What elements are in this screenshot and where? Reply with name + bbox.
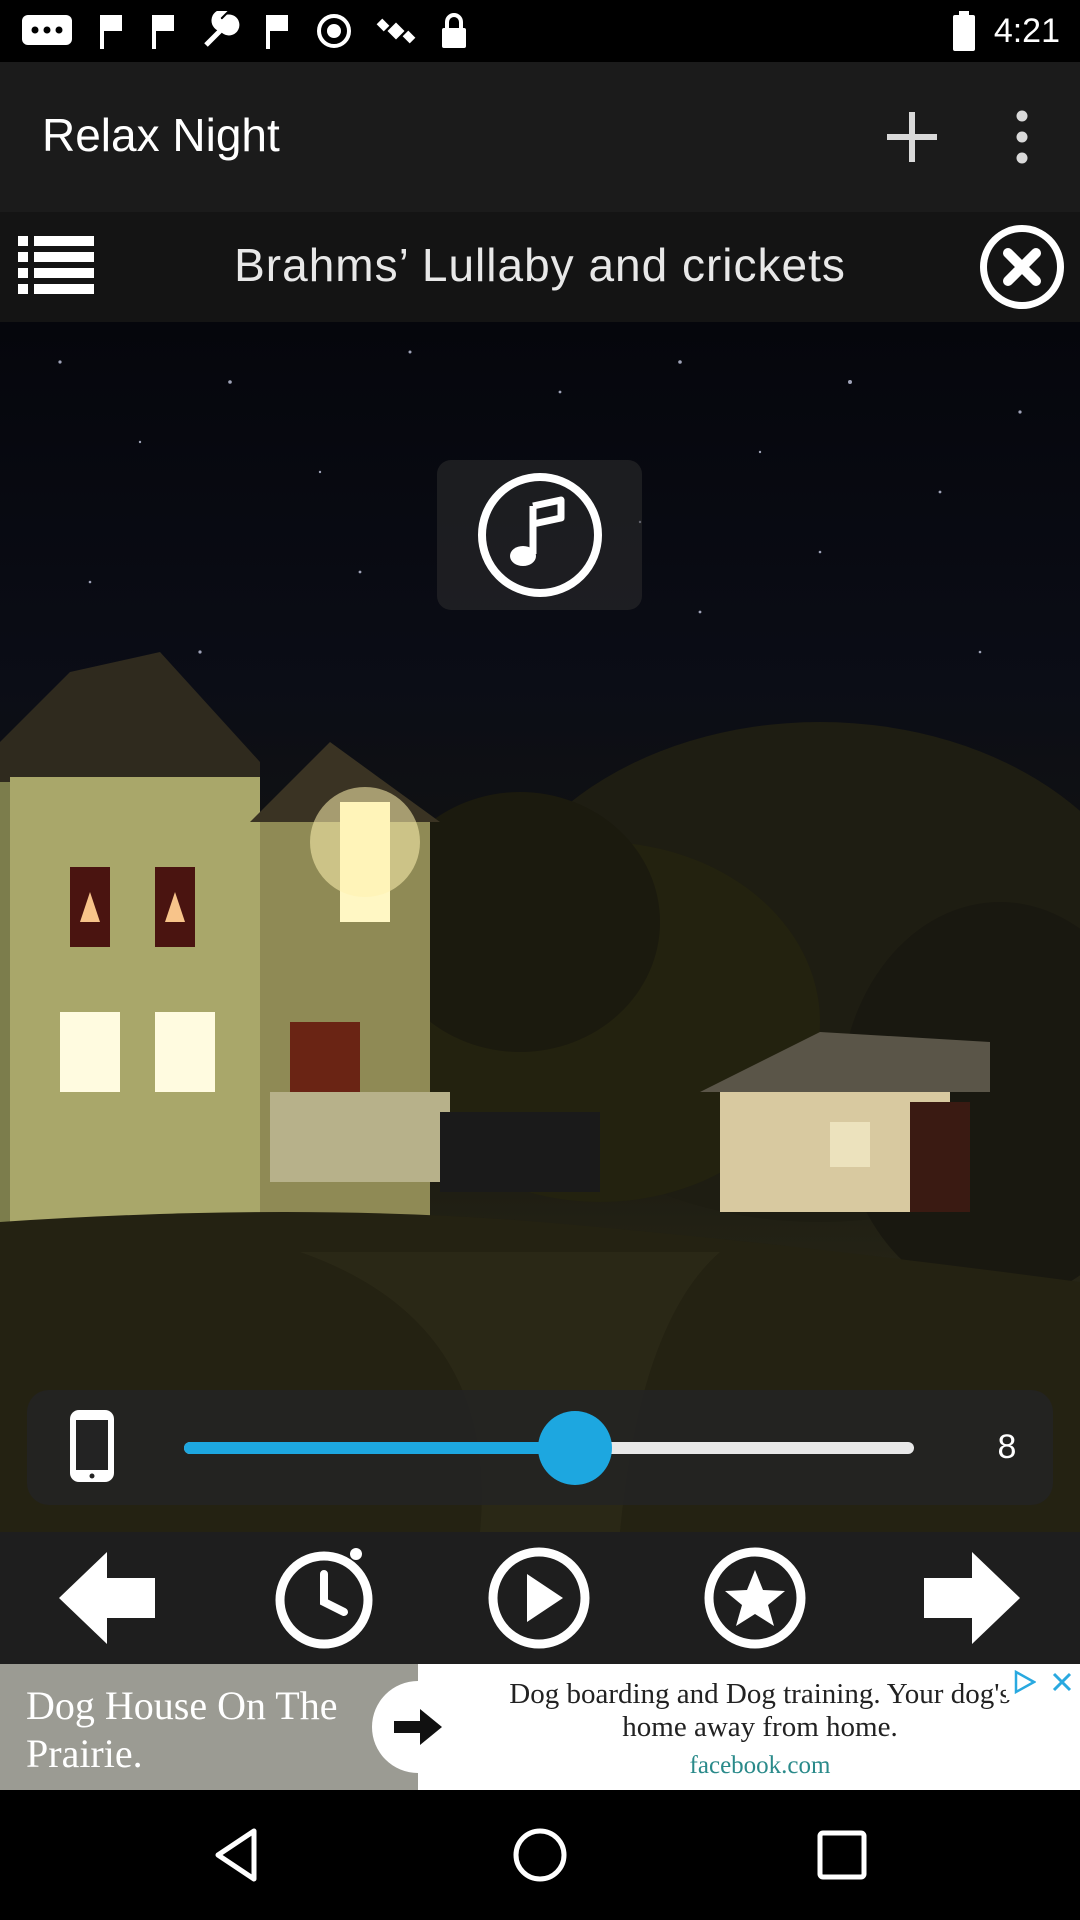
flag-icon [266, 15, 288, 49]
lock-icon [442, 13, 466, 48]
timer-icon [275, 1548, 373, 1649]
volume-value: 8 [997, 1428, 1017, 1466]
overflow-menu-button[interactable] [982, 97, 1062, 177]
system-nav-bar [0, 1790, 1080, 1920]
close-track-button[interactable] [977, 222, 1067, 317]
satellite-icon [376, 18, 416, 44]
status-bar: 4:21 [0, 0, 1080, 62]
volume-slider-knob[interactable] [537, 1411, 612, 1485]
battery-icon [952, 11, 975, 51]
background-scene [0, 322, 1080, 1532]
flag-icon [100, 15, 122, 49]
volume-panel: 8 [27, 1390, 1053, 1505]
playback-controls [0, 1532, 1080, 1664]
ad-banner[interactable]: Dog House On The Prairie. Dog boarding a… [0, 1664, 1080, 1790]
music-note-icon [477, 473, 602, 597]
close-circle-icon [980, 225, 1064, 309]
ad-headline: Dog House On The Prairie. [26, 1683, 338, 1776]
flag-icon [152, 15, 174, 49]
app-title: Relax Night [42, 109, 280, 161]
ad-open-button[interactable] [372, 1681, 464, 1773]
back-icon [215, 1828, 257, 1882]
ad-info-button[interactable] [1006, 1664, 1042, 1700]
favorite-button[interactable] [701, 1544, 809, 1652]
previous-button[interactable] [53, 1544, 161, 1652]
play-icon [488, 1547, 590, 1649]
close-icon [1052, 1672, 1072, 1692]
more-vert-icon [1016, 110, 1028, 164]
nav-home-button[interactable] [500, 1815, 580, 1895]
plus-icon [887, 112, 937, 162]
vpn-icon [317, 14, 351, 48]
phone-icon [70, 1410, 114, 1482]
nav-back-button[interactable] [198, 1815, 278, 1895]
wrench-icon [204, 11, 240, 47]
arrow-right-icon [394, 1709, 442, 1745]
clock: 4:21 [993, 11, 1060, 50]
previous-icon [59, 1552, 155, 1644]
app-bar: Relax Night [0, 62, 1080, 212]
notification-icons [20, 8, 470, 54]
track-bar: Brahms’ Lullaby and crickets [0, 212, 1080, 322]
ad-description: Dog boarding and Dog training. Your dog'… [509, 1678, 1011, 1743]
add-button[interactable] [872, 97, 952, 177]
volume-slider[interactable] [184, 1411, 914, 1485]
nav-recents-button[interactable] [802, 1815, 882, 1895]
playlist-button[interactable] [18, 234, 94, 301]
ad-choices-icon [1014, 1670, 1036, 1694]
ad-close-button[interactable] [1044, 1664, 1080, 1700]
ad-url: facebook.com [689, 1752, 831, 1779]
device-volume-button[interactable] [62, 1408, 122, 1489]
list-icon [18, 236, 94, 294]
timer-button[interactable] [270, 1544, 378, 1652]
next-button[interactable] [918, 1544, 1026, 1652]
music-selector-button[interactable] [437, 460, 642, 610]
message-icon [22, 15, 72, 45]
recents-icon [817, 1830, 867, 1880]
volume-slider-fill [184, 1442, 575, 1454]
play-button[interactable] [485, 1544, 593, 1652]
ad-left-panel: Dog House On The Prairie. [0, 1664, 418, 1790]
favorite-icon [704, 1547, 806, 1649]
home-icon [513, 1828, 567, 1882]
track-title: Brahms’ Lullaby and crickets [234, 239, 846, 291]
status-right: 4:21 [952, 8, 1060, 54]
next-icon [924, 1552, 1020, 1644]
